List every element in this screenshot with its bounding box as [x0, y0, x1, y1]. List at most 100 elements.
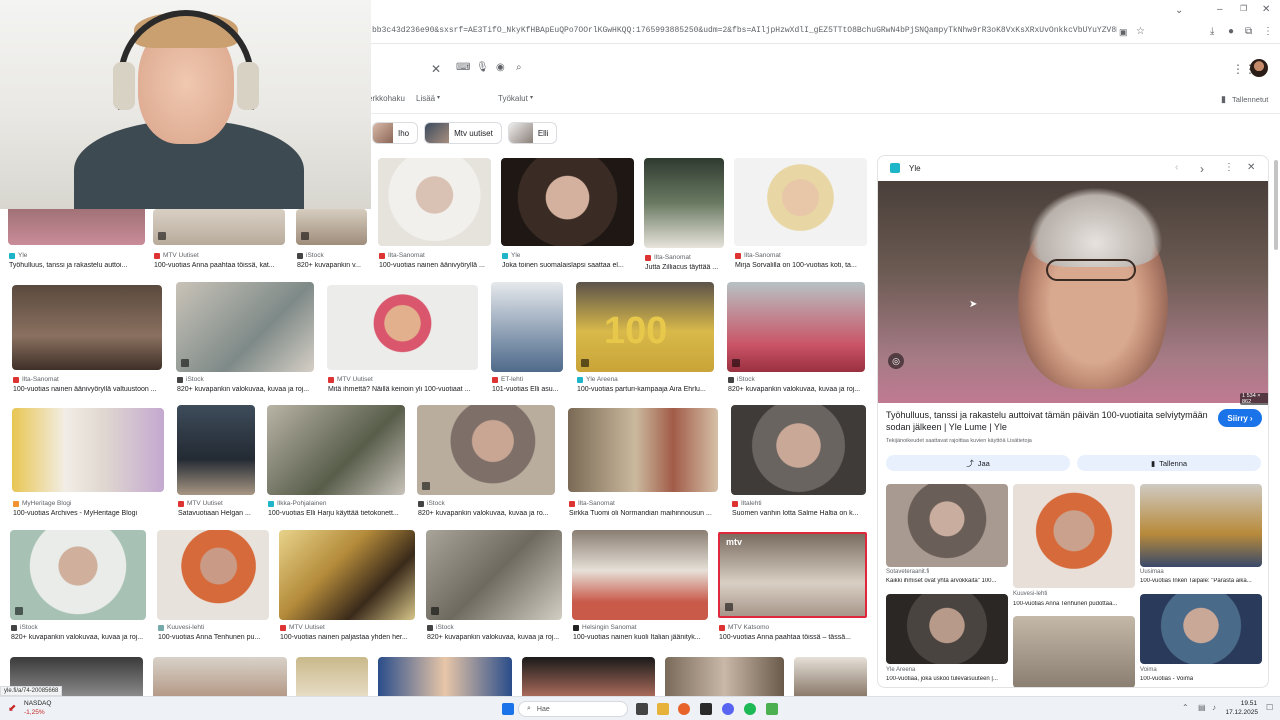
lens-search-icon[interactable]: ◎	[888, 353, 904, 369]
result-caption[interactable]: Mirja Sorvalilla on 100-vuotias koti, ta…	[735, 262, 867, 269]
image-result[interactable]	[794, 657, 867, 696]
result-caption[interactable]: Sirkka Tuomi oli Normandian maihinnousun…	[569, 510, 718, 517]
result-caption[interactable]: 100-vuotias nainen äänivyöryllä valtuust…	[13, 386, 161, 393]
clear-icon[interactable]: ✕	[431, 62, 441, 76]
result-thumbnail[interactable]	[177, 405, 255, 495]
star-icon[interactable]: ☆	[1136, 26, 1145, 37]
result-caption[interactable]: 100-vuotias Archives - MyHeritage Blogi	[13, 510, 164, 517]
clock-date[interactable]: 17.12.2025	[1222, 709, 1258, 716]
search-icon[interactable]: ⌕	[516, 62, 522, 73]
tools-button[interactable]: Työkalut	[498, 94, 528, 103]
result-thumbnail[interactable]	[12, 285, 162, 370]
result-caption[interactable]: 101-vuotias Elli asu...	[492, 386, 564, 393]
firefox-icon[interactable]	[678, 703, 690, 715]
related-caption[interactable]: 100-vuotias Anna Tenhunen pudottaa...	[1013, 601, 1138, 607]
panel-source[interactable]: Yle	[909, 164, 921, 173]
result-caption[interactable]: 100-vuotias parturi-kampaaja Aira Ehrlu.…	[577, 386, 714, 393]
download-icon[interactable]: ⤓	[1210, 26, 1214, 37]
start-icon[interactable]	[502, 703, 514, 715]
result-thumbnail[interactable]: 100	[576, 282, 714, 372]
image-result[interactable]	[378, 657, 512, 696]
image-result[interactable]	[522, 657, 655, 696]
chip-iho[interactable]: Iho	[372, 122, 419, 144]
result-thumbnail[interactable]	[10, 530, 146, 620]
restore-icon[interactable]: ❐	[1240, 4, 1247, 13]
extensions-icon[interactable]: ⧉	[1245, 26, 1252, 37]
result-caption[interactable]: Työhulluus, tanssi ja rakastelu auttoi..…	[9, 262, 145, 269]
related-caption[interactable]: Kaikki ihmiset ovat yhtä arvokkaita" 100…	[886, 578, 1011, 584]
share-button[interactable]: ⤴ Jaa	[886, 455, 1070, 471]
task-view-icon[interactable]	[636, 703, 648, 715]
related-thumbnail[interactable]	[886, 484, 1008, 567]
result-thumbnail[interactable]	[501, 158, 634, 246]
tab-more[interactable]: Lisää	[416, 94, 435, 103]
result-thumbnail[interactable]	[12, 408, 164, 492]
related-thumbnail[interactable]	[886, 594, 1008, 664]
related-caption[interactable]: 100-vuotiaa, joka uskoo tulevaisuuteen |…	[886, 676, 1011, 682]
result-caption[interactable]: 100-vuotias Elli Harju käyttää tietokone…	[268, 510, 405, 517]
result-caption[interactable]: 820+ kuvapankin valokuvaa, kuvaa ja roj.…	[427, 634, 562, 641]
steam-icon[interactable]	[700, 703, 712, 715]
ticker-name[interactable]: NASDAQ	[24, 700, 51, 707]
volume-icon[interactable]: ♪	[1212, 703, 1216, 712]
next-icon[interactable]: ›	[1200, 162, 1204, 176]
chevron-down-icon[interactable]: ⌄	[1175, 5, 1183, 16]
tab-web[interactable]: erkkohaku	[368, 94, 405, 103]
previous-icon[interactable]: ‹	[1175, 162, 1178, 173]
result-caption[interactable]: 100-vuotias Anna paahtaa töissä, kat...	[154, 262, 284, 269]
result-thumbnail[interactable]: mtv	[718, 532, 867, 618]
more-info-link[interactable]: Lisätietoja	[1007, 438, 1032, 444]
result-thumbnail[interactable]	[176, 282, 314, 372]
scrollbar-thumb[interactable]	[1274, 160, 1278, 250]
close-window-icon[interactable]: ✕	[1262, 4, 1270, 15]
result-thumbnail[interactable]	[417, 405, 555, 495]
result-thumbnail[interactable]	[731, 405, 866, 495]
avatar[interactable]	[1250, 59, 1268, 77]
result-caption[interactable]: 100-vuotias Anna paahtaa töissä – tässä.…	[719, 634, 867, 641]
result-thumbnail[interactable]	[279, 530, 415, 620]
microphone-icon[interactable]: 🎙	[476, 62, 489, 73]
result-thumbnail[interactable]	[426, 530, 562, 620]
result-caption[interactable]: 820+ kuvapankin valokuvaa, kuvaa ja ro..…	[418, 510, 555, 517]
menu-icon[interactable]: ⋮	[1263, 26, 1273, 37]
result-caption[interactable]: 820+ kuvapankin valokuvaa, kuvaa ja roj.…	[177, 386, 314, 393]
result-thumbnail[interactable]	[568, 408, 718, 492]
close-icon[interactable]: ✕	[1247, 162, 1255, 173]
result-thumbnail[interactable]	[572, 530, 708, 620]
keyboard-icon[interactable]: ⌨	[456, 62, 470, 73]
result-thumbnail[interactable]	[644, 158, 724, 248]
related-caption[interactable]: 100-vuotias Inkeri Taipale: "Parasta aik…	[1140, 578, 1265, 584]
result-caption[interactable]: Satavuotiaan Helgan ...	[178, 510, 256, 517]
result-caption[interactable]: Mitä ihmettä? Näillä keinoin yli 100-vuo…	[328, 386, 478, 393]
panel-title[interactable]: Työhulluus, tanssi ja rakastelu auttoiva…	[886, 409, 1208, 433]
app-icon[interactable]	[766, 703, 778, 715]
related-thumbnail[interactable]	[1013, 484, 1135, 588]
result-caption[interactable]: Jutta Zilliacus täyttää ...	[645, 264, 725, 271]
save-button[interactable]: ▮ Tallenna	[1077, 455, 1261, 471]
clock-time[interactable]: 19.51	[1227, 700, 1257, 707]
chip-mtv-uutiset[interactable]: Mtv uutiset	[424, 122, 502, 144]
result-caption[interactable]: Joka toinen suomalaislapsi saattaa el...	[502, 262, 634, 269]
file-explorer-icon[interactable]	[657, 703, 669, 715]
result-caption[interactable]: 820+ kuvapankin v...	[297, 262, 367, 269]
result-thumbnail[interactable]	[157, 530, 269, 620]
result-thumbnail[interactable]	[153, 209, 285, 245]
result-thumbnail[interactable]	[727, 282, 865, 372]
result-caption[interactable]: 100-vuotias nainen äänivyöryllä ...	[379, 262, 491, 269]
result-thumbnail[interactable]	[296, 209, 367, 245]
result-caption[interactable]: 100-vuotias nainen paljastaa yhden her..…	[280, 634, 415, 641]
result-thumbnail[interactable]	[491, 282, 563, 372]
notification-icon[interactable]: ☐	[1266, 703, 1273, 712]
image-result[interactable]	[665, 657, 784, 696]
lens-icon[interactable]: ◉	[496, 62, 505, 73]
related-thumbnail[interactable]	[1140, 594, 1262, 664]
profile-icon[interactable]: ●	[1228, 26, 1234, 37]
result-caption[interactable]: Suomen vanhin lotta Salme Haltia on k...	[732, 510, 866, 517]
result-thumbnail[interactable]	[8, 209, 145, 245]
discord-icon[interactable]	[722, 703, 734, 715]
result-caption[interactable]: 100-vuotias Anna Tenhunen pu...	[158, 634, 269, 641]
related-thumbnail[interactable]	[1140, 484, 1262, 567]
image-result[interactable]	[153, 657, 287, 696]
search-box[interactable]: ✕ ⌨ 🎙 ◉ ⌕	[372, 56, 536, 82]
spotify-icon[interactable]	[744, 703, 756, 715]
